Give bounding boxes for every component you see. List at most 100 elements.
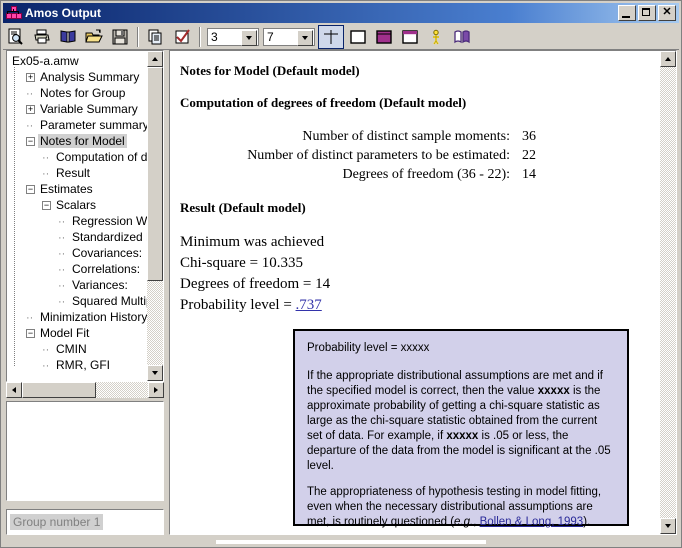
tooltip-p1-b: xxxxx [537, 385, 570, 397]
navigation-tree-panel[interactable]: Ex05-a.amw + Analysis Summary ·· Notes for G… [6, 50, 164, 382]
tree-node[interactable]: − Scalars [9, 197, 147, 213]
print-preview-icon[interactable] [4, 26, 28, 48]
tree-scroll-thumb[interactable] [147, 67, 163, 281]
tree-scroll-left-button[interactable] [6, 382, 22, 398]
tree-leaf-marker: ·· [26, 88, 34, 100]
tree-node-label: Variable Summary [40, 102, 138, 116]
table-crosshair-icon[interactable] [318, 24, 344, 49]
collapse-icon[interactable]: − [42, 201, 51, 211]
tree-node[interactable]: ·· Parameter summary [9, 117, 147, 133]
dof-label: Number of distinct sample moments: [302, 129, 510, 144]
tree-leaf-marker: ·· [42, 152, 50, 164]
degrees-of-freedom-table: Number of distinct sample moments: 36 Nu… [180, 127, 649, 184]
tree-node[interactable]: − Estimates [9, 181, 147, 197]
decimal-places-value: 3 [211, 29, 218, 44]
tree-hscroll-thumb[interactable] [22, 382, 96, 398]
group-selected-item[interactable]: Group number 1 [10, 514, 104, 530]
table-row: Degrees of freedom (36 - 22): 14 [180, 165, 649, 184]
save-icon[interactable] [108, 26, 132, 48]
copy-icon[interactable] [144, 26, 168, 48]
content-scroll-down-button[interactable] [660, 518, 676, 534]
navigation-tree[interactable]: Ex05-a.amw + Analysis Summary ·· Notes for G… [7, 51, 147, 381]
tree-leaf-marker: ·· [58, 216, 66, 228]
tree-node-label: Notes for Group [40, 86, 126, 100]
content-vertical-scrollbar[interactable] [660, 51, 676, 534]
column-width-combo[interactable]: 7 [263, 27, 315, 46]
amos-output-window: Amos Output ✕ 3 7 Ex05-a.amw + Analysis … [0, 0, 682, 548]
tree-node-label: RMR, GFI [56, 358, 110, 372]
tree-node[interactable]: + Variable Summary [9, 101, 147, 117]
toolbar: 3 7 [3, 24, 679, 50]
tree-node-label: Parameter summary [40, 118, 147, 132]
tree-node[interactable]: ·· CMIN [9, 341, 147, 357]
expand-icon[interactable]: + [26, 105, 35, 115]
check-options-icon[interactable] [170, 26, 194, 48]
tree-node[interactable]: ·· Result [9, 165, 147, 181]
tree-node[interactable]: ·· Covariances: [9, 245, 147, 261]
tree-node[interactable]: ·· Notes for Group [9, 85, 147, 101]
decimal-places-combo[interactable]: 3 [207, 27, 259, 46]
tree-node[interactable]: ·· Computation of degree [9, 149, 147, 165]
expand-icon[interactable]: + [26, 73, 35, 83]
dof-label: Degrees of freedom (36 - 22): [342, 167, 510, 182]
tree-scroll-down-button[interactable] [147, 365, 163, 381]
print-icon[interactable] [30, 26, 54, 48]
tree-node-label: Notes for Model [38, 134, 127, 148]
bollen-long-reference-link[interactable]: Bollen & Long, 1993 [480, 516, 584, 528]
person-icon[interactable] [424, 26, 448, 48]
content-scroll-up-button[interactable] [660, 51, 676, 67]
heading-result: Result (Default model) [180, 200, 306, 215]
tree-scroll-right-button[interactable] [148, 382, 164, 398]
blank-table-icon[interactable] [346, 26, 370, 48]
collapse-icon[interactable]: − [26, 137, 35, 147]
tree-horizontal-scrollbar[interactable] [6, 382, 164, 398]
tree-node-label: CMIN [56, 342, 87, 356]
collapse-icon[interactable]: − [26, 329, 35, 339]
heading-computation-of-df: Computation of degrees of freedom (Defau… [180, 95, 467, 110]
tree-leaf-marker: ·· [58, 264, 66, 276]
minimize-button[interactable] [618, 5, 636, 21]
status-bar-indicator [216, 540, 486, 544]
magenta-header-table-icon[interactable] [398, 26, 422, 48]
tree-node[interactable]: ·· RMR, GFI [9, 357, 147, 373]
open-book-icon[interactable] [450, 26, 474, 48]
result-line: Minimum was achieved [180, 234, 325, 250]
tree-node[interactable]: − Model Fit [9, 325, 147, 341]
chevron-down-icon[interactable] [241, 29, 257, 46]
tree-node[interactable]: − Notes for Model [9, 133, 147, 149]
tree-node-label: Squared Multiple C [72, 294, 147, 308]
tree-leaf-marker: ·· [58, 296, 66, 308]
probability-value-link[interactable]: .737 [296, 297, 322, 313]
tree-node[interactable]: ·· Variances: [9, 277, 147, 293]
tree-vertical-scrollbar[interactable] [147, 51, 163, 381]
window-controls: ✕ [618, 5, 676, 21]
tree-node-label: Correlations: [72, 262, 141, 276]
tree-node[interactable]: ·· Correlations: [9, 261, 147, 277]
collapse-icon[interactable]: − [26, 185, 35, 195]
tree-node-label: Standardized Regr [72, 230, 147, 244]
open-folder-icon[interactable] [82, 26, 106, 48]
tree-node[interactable]: + Analysis Summary [9, 69, 147, 85]
panel-divider[interactable] [165, 50, 168, 535]
tree-node-label: Result [56, 166, 91, 180]
amos-path-diagram-icon [5, 5, 22, 21]
close-button[interactable]: ✕ [658, 5, 676, 21]
tooltip-p2-em: e.g. [454, 516, 474, 528]
tree-scroll-up-button[interactable] [147, 51, 163, 67]
tree-node-label: Scalars [56, 198, 97, 212]
tooltip-paragraph-1: If the appropriate distributional assump… [307, 369, 615, 474]
tree-node[interactable]: ·· Minimization History [9, 309, 147, 325]
magenta-filled-table-icon[interactable] [372, 26, 396, 48]
model-list-panel[interactable] [6, 401, 164, 501]
tree-node[interactable]: ·· Standardized Regr [9, 229, 147, 245]
book-icon[interactable] [56, 26, 80, 48]
group-selector-panel[interactable]: Group number 1 [6, 509, 164, 535]
chevron-down-icon[interactable] [297, 29, 313, 46]
tree-node[interactable]: ·· Squared Multiple C [9, 293, 147, 309]
title-bar: Amos Output ✕ [3, 3, 679, 23]
tree-leaf-marker: ·· [58, 232, 66, 244]
maximize-button[interactable] [638, 5, 656, 21]
tree-node-label: Variances: [72, 278, 128, 292]
tree-node[interactable]: ·· Regression Weight [9, 213, 147, 229]
tree-node[interactable]: Ex05-a.amw [9, 53, 147, 69]
